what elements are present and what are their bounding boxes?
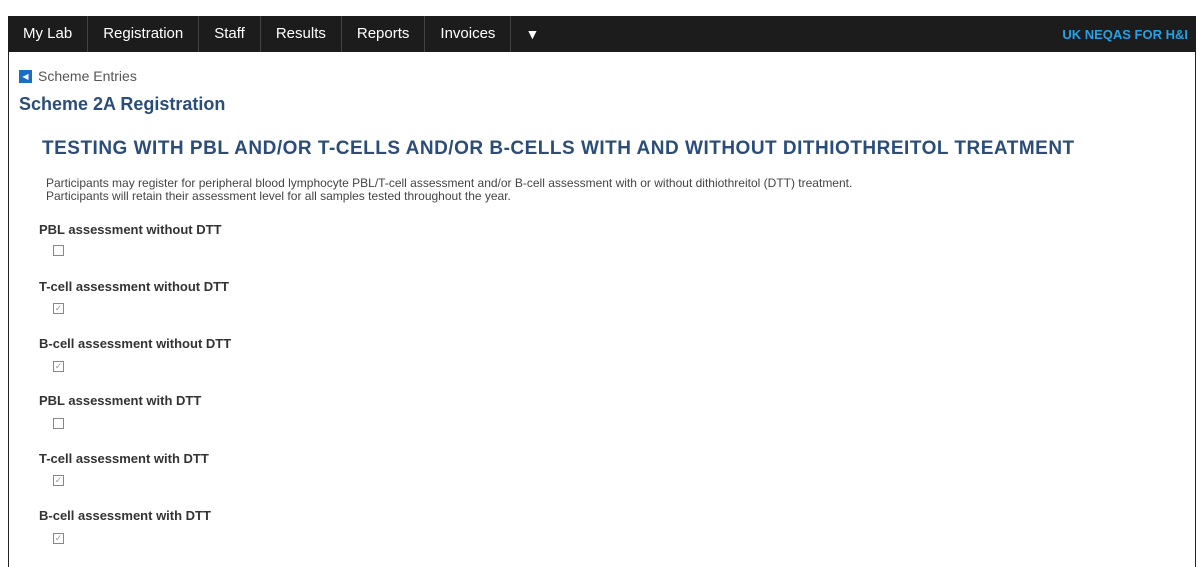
checkbox-bcell-with-dtt[interactable]: ✓ xyxy=(53,533,64,544)
option-label-bcell-with-dtt: B-cell assessment with DTT xyxy=(39,508,211,523)
checkbox-pbl-with-dtt[interactable] xyxy=(53,418,64,429)
nav-results[interactable]: Results xyxy=(261,16,342,52)
top-navigation: My Lab Registration Staff Results Report… xyxy=(8,16,1196,52)
option-label-tcell-without-dtt: T-cell assessment without DTT xyxy=(39,279,229,294)
checkbox-tcell-with-dtt[interactable]: ✓ xyxy=(53,475,64,486)
page-title: Scheme 2A Registration xyxy=(19,94,226,114)
checkbox-pbl-without-dtt[interactable] xyxy=(53,245,64,256)
option-label-tcell-with-dtt: T-cell assessment with DTT xyxy=(39,451,209,466)
nav-reports[interactable]: Reports xyxy=(342,16,426,52)
option-label-pbl-without-dtt: PBL assessment without DTT xyxy=(39,222,222,237)
nav-registration[interactable]: Registration xyxy=(88,16,200,52)
nav-dropdown-icon[interactable]: ▼ xyxy=(511,16,553,52)
back-arrow-icon[interactable]: ◀ xyxy=(19,69,32,83)
intro-line-2: Participants will retain their assessmen… xyxy=(46,189,511,203)
nav-invoices[interactable]: Invoices xyxy=(425,16,512,52)
checkbox-bcell-without-dtt[interactable]: ✓ xyxy=(53,361,64,372)
option-label-bcell-without-dtt: B-cell assessment without DTT xyxy=(39,336,232,351)
intro-text: Participants may register for peripheral… xyxy=(46,177,852,203)
checkbox-tcell-without-dtt[interactable]: ✓ xyxy=(53,303,64,314)
breadcrumb-label[interactable]: Scheme Entries xyxy=(38,68,137,84)
nav-my-lab[interactable]: My Lab xyxy=(8,16,89,52)
option-label-pbl-with-dtt: PBL assessment with DTT xyxy=(39,393,202,408)
section-heading: TESTING WITH PBL AND/OR T-CELLS AND/OR B… xyxy=(42,138,1075,159)
brand-label: UK NEQAS FOR H&I xyxy=(1062,26,1188,42)
nav-staff[interactable]: Staff xyxy=(199,16,261,52)
breadcrumb[interactable]: ◀ Scheme Entries xyxy=(19,68,137,84)
